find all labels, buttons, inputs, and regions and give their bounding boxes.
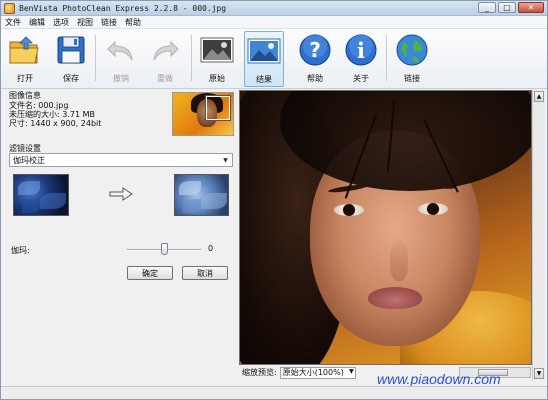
leaf-shape (183, 199, 201, 213)
menu-edit[interactable]: 编辑 (29, 17, 45, 28)
about-button[interactable]: i 关于 (341, 31, 381, 87)
toolbar-separator (95, 35, 96, 81)
title-bar[interactable]: BenVista PhotoClean Express 2.2.8 - 000.… (1, 1, 547, 16)
close-icon: ✕ (527, 2, 535, 12)
gamma-value: 0 (208, 244, 214, 253)
chevron-down-icon: ▼ (223, 156, 228, 164)
save-button[interactable]: 保存 (51, 31, 91, 87)
menu-file[interactable]: 文件 (5, 17, 21, 28)
minimize-button[interactable]: _ (478, 2, 496, 13)
gamma-label: 伽玛: (11, 246, 30, 255)
link-button[interactable]: 链接 (392, 31, 432, 87)
zoom-dropdown[interactable]: 原始大小(100%) ▼ (279, 366, 356, 379)
toolbar-separator (386, 35, 387, 81)
menu-view[interactable]: 视图 (77, 17, 93, 28)
app-window: BenVista PhotoClean Express 2.2.8 - 000.… (0, 0, 548, 400)
undo-icon (104, 33, 138, 67)
original-photo-icon (200, 33, 234, 67)
close-button[interactable]: ✕ (518, 2, 544, 13)
floppy-disk-icon (54, 33, 88, 67)
photo-eye-left (334, 204, 364, 216)
minimize-icon: _ (485, 2, 489, 12)
filter-preview-before (13, 174, 69, 216)
svg-text:i: i (357, 38, 365, 63)
maximize-icon: □ (503, 2, 511, 12)
filter-dropdown[interactable]: 伽玛校正 ▼ (9, 153, 233, 167)
chevron-down-icon: ▼ (349, 367, 354, 375)
menu-bar: 文件 编辑 选项 视图 链接 帮助 (1, 16, 547, 29)
photo-eye-right (418, 203, 448, 215)
svg-text:?: ? (309, 38, 321, 62)
help-button[interactable]: ? 帮助 (295, 31, 335, 87)
arrow-right-icon (109, 187, 133, 201)
open-button[interactable]: 打开 (5, 31, 45, 87)
undo-label: 撤销 (113, 74, 129, 83)
scroll-down-icon[interactable]: ▼ (534, 368, 544, 379)
leaf-shape (22, 199, 40, 213)
viewport-selection-box[interactable] (206, 96, 230, 120)
window-controls: _ □ ✕ (478, 2, 544, 13)
undo-button[interactable]: 撤销 (101, 31, 141, 87)
original-view-button[interactable]: 原始 (197, 31, 237, 87)
leaf-shape (179, 181, 201, 195)
result-view-button[interactable]: 结果 (244, 31, 284, 87)
leaf-shape (18, 181, 40, 195)
result-photo-icon (247, 34, 281, 68)
maximize-button[interactable]: □ (498, 2, 516, 13)
gamma-slider-thumb[interactable] (160, 243, 168, 255)
filter-preview-after (174, 174, 229, 216)
navigator-thumbnail[interactable] (172, 92, 234, 136)
toolbar-separator (191, 35, 192, 81)
open-label: 打开 (17, 74, 33, 83)
leaf-shape (201, 193, 227, 209)
window-title: BenVista PhotoClean Express 2.2.8 - 000.… (19, 3, 227, 13)
menu-options[interactable]: 选项 (53, 17, 69, 28)
info-icon: i (344, 33, 378, 67)
settings-panel: 图像信息 文件名: 000.jpg 未压缩的大小: 3.71 MB 尺寸: 14… (1, 90, 238, 386)
toolbar: 打开 保存 撤销 重做 原始 结果 ? 帮助 i 关于 链接 (1, 29, 547, 89)
link-label: 链接 (404, 74, 420, 83)
vertical-scrollbar[interactable]: ▲ ▼ (532, 90, 545, 380)
help-label: 帮助 (307, 74, 323, 83)
app-icon (4, 2, 15, 14)
redo-button[interactable]: 重做 (145, 31, 185, 87)
save-label: 保存 (63, 74, 79, 83)
redo-icon (148, 33, 182, 67)
scroll-up-icon[interactable]: ▲ (534, 91, 544, 102)
folder-open-icon (8, 33, 42, 67)
zoom-selected-value: 原始大小(100%) (282, 368, 344, 377)
menu-links[interactable]: 链接 (101, 17, 117, 28)
zoom-preview-label: 缩放预览: (242, 368, 277, 377)
image-dimensions: 尺寸: 1440 x 900, 24bit (9, 119, 102, 128)
about-label: 关于 (353, 74, 369, 83)
cancel-button[interactable]: 取消 (182, 266, 228, 280)
watermark-text: www.piaodown.com (377, 371, 501, 387)
redo-label: 重做 (157, 74, 173, 83)
help-question-icon: ? (298, 33, 332, 67)
result-label: 结果 (256, 75, 272, 84)
photo-lips (368, 287, 422, 309)
filter-selected-value: 伽玛校正 (13, 155, 45, 165)
status-bar (1, 386, 547, 399)
ok-button[interactable]: 确定 (127, 266, 173, 280)
menu-help[interactable]: 帮助 (125, 17, 141, 28)
photo-nose (390, 241, 408, 281)
original-label: 原始 (209, 74, 225, 83)
leaf-shape (40, 193, 66, 209)
image-canvas[interactable] (239, 90, 532, 365)
globe-icon (395, 33, 429, 67)
